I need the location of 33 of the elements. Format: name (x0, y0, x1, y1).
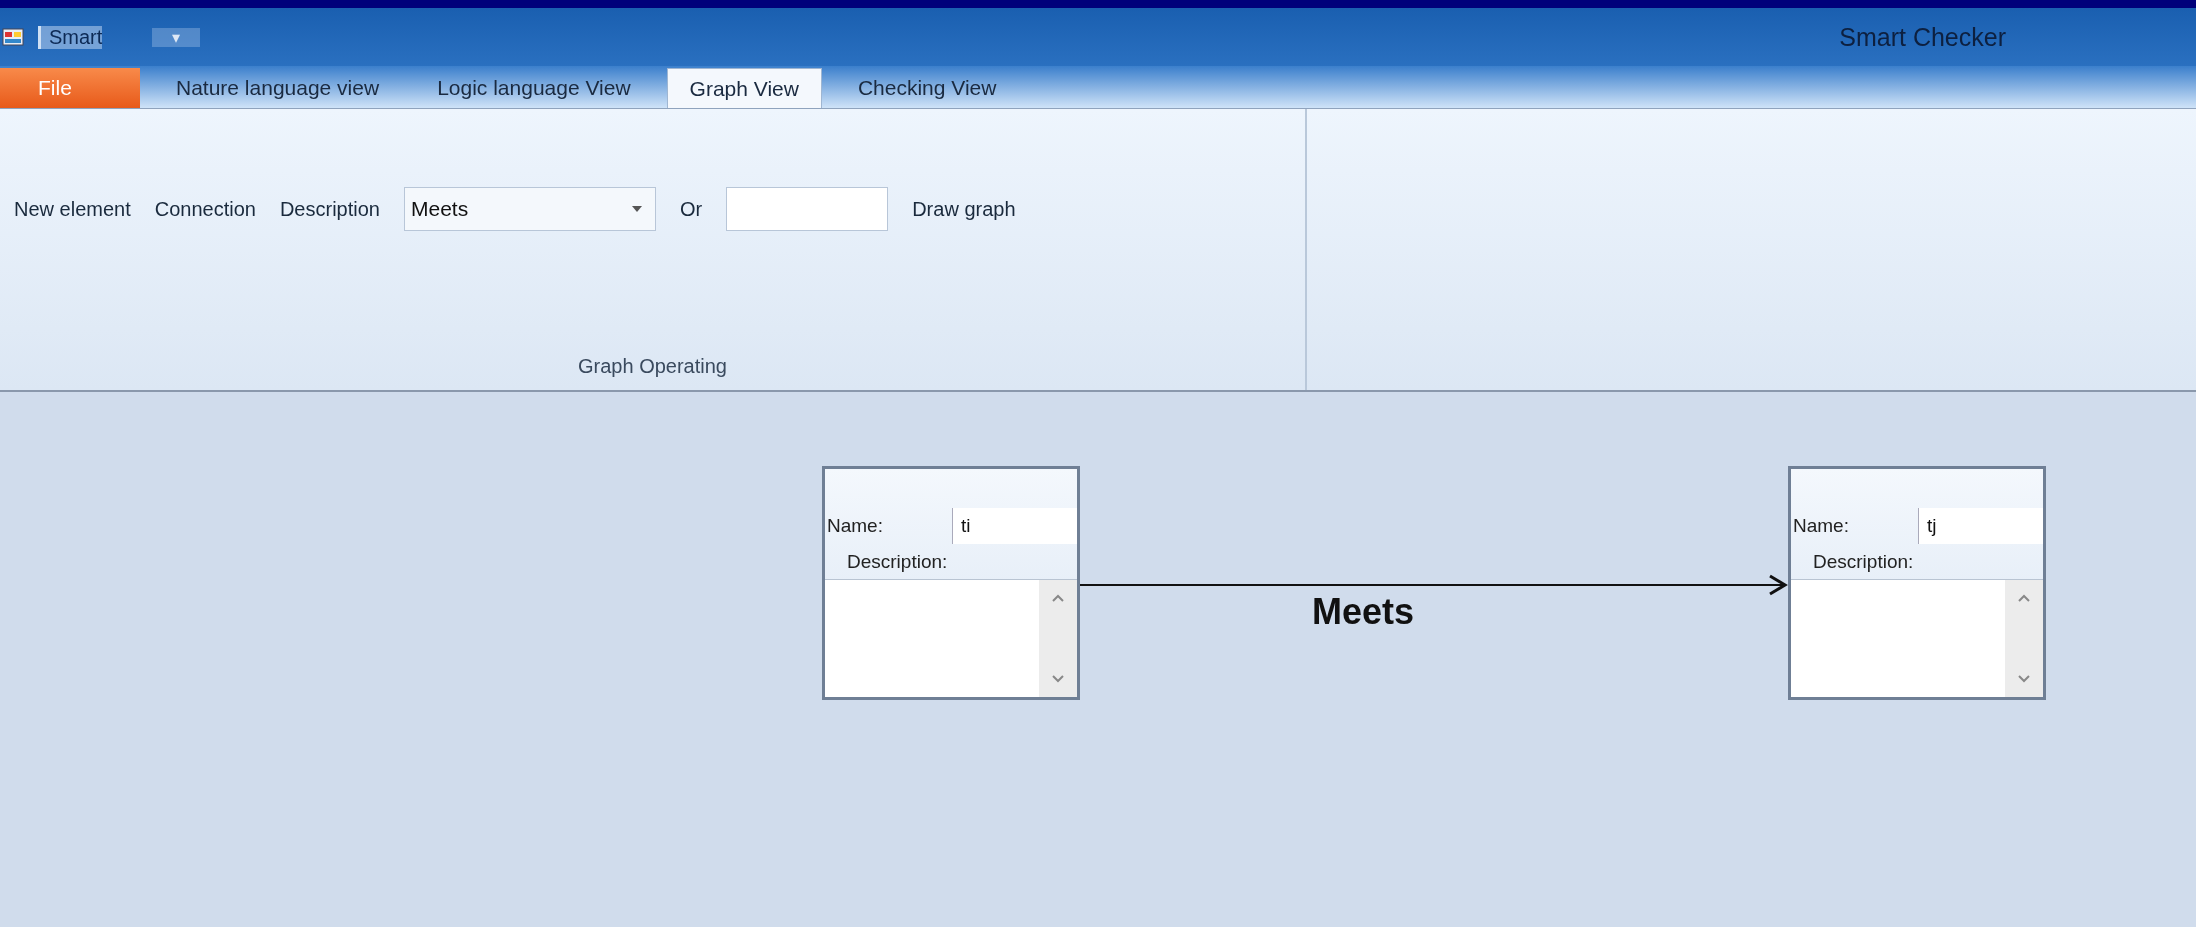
graph-node[interactable]: Name: tj Description: (1788, 466, 2046, 700)
scrollbar[interactable] (2005, 580, 2043, 697)
scroll-down-icon[interactable] (2018, 675, 2030, 683)
description-field[interactable] (825, 579, 1077, 697)
ribbon-tab[interactable]: Graph View (666, 68, 822, 108)
connection-label: Meets (1312, 591, 1415, 633)
scroll-up-icon[interactable] (1052, 594, 1064, 602)
name-field[interactable]: ti (952, 508, 1077, 544)
window-title: Smart Checker (1839, 22, 2006, 52)
quick-access-button[interactable]: Smart (38, 25, 103, 49)
name-field[interactable]: tj (1918, 508, 2043, 544)
description-field[interactable] (1791, 579, 2043, 697)
description-dropdown[interactable]: Meets (403, 187, 656, 231)
ribbon-button[interactable]: Draw graph (912, 197, 1016, 221)
description-label: Description: (1812, 550, 1915, 574)
scroll-down-icon[interactable] (1052, 675, 1064, 683)
description-label: Description: (846, 550, 949, 574)
ribbon-label: Or (679, 197, 703, 221)
caret-icon (630, 205, 643, 213)
name-label: Name: (827, 515, 884, 537)
ribbon-tab[interactable]: Logic language View (415, 68, 653, 108)
scrollbar[interactable] (1039, 580, 1077, 697)
graph-node[interactable]: Name: ti Description: (822, 466, 1080, 700)
group-label: Graph Operating (578, 355, 727, 378)
ribbon-label: Description (279, 197, 380, 221)
ribbon-tab[interactable]: Nature language view (154, 68, 402, 108)
app-icon[interactable] (2, 26, 24, 48)
scroll-up-icon[interactable] (2018, 594, 2030, 602)
input-field[interactable] (726, 187, 889, 231)
name-label: Name: (1793, 515, 1850, 537)
ribbon-button[interactable]: New element (14, 197, 131, 221)
ribbon-tab[interactable]: Checking View (835, 68, 1019, 108)
ribbon-button[interactable]: Connection (154, 197, 256, 221)
